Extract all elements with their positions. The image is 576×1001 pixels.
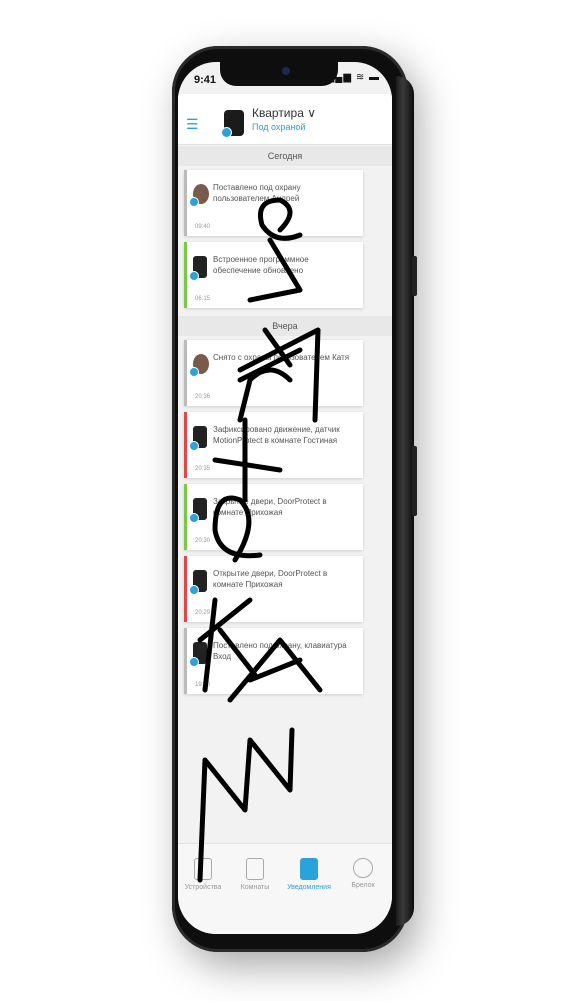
volume-up-button (412, 256, 417, 296)
motion-sensor-icon (189, 426, 207, 451)
phone-notch (220, 62, 338, 86)
smartphone-device: 9:41 ▂▄▆ ≋ ▬ ☰ Квартира ∨ Под охраной Се… (172, 46, 417, 952)
event-text: Зафиксировано движение, датчик MotionPro… (213, 425, 340, 445)
hub-avatar (221, 110, 244, 138)
section-header-yesterday: Вчера (178, 316, 392, 336)
event-text: Снято с охраны пользователем Катя (213, 353, 350, 362)
event-card[interactable]: Закрытие двери, DoorProtect в комнате Пр… (184, 484, 363, 550)
status-time: 9:41 (194, 74, 217, 86)
event-text: Встроенное программное обеспечение обнов… (213, 255, 309, 275)
device-status-dot-icon (189, 585, 199, 595)
event-time: 06:15 (195, 296, 211, 302)
device-status-dot-icon (189, 441, 199, 451)
event-time: 20:29 (195, 610, 211, 616)
notifications-icon (300, 858, 318, 880)
tab-keyfob[interactable]: Брелок (338, 858, 388, 889)
front-camera-icon (282, 67, 290, 75)
user-status-dot-icon (189, 367, 199, 377)
device-status-dot-icon (189, 657, 199, 667)
menu-hamburger-icon[interactable]: ☰ (186, 116, 199, 133)
event-card[interactable]: Встроенное программное обеспечение обнов… (184, 242, 363, 308)
bottom-tab-bar: Устройства Комнаты Уведомления Брелок (178, 843, 392, 934)
app-screen: 9:41 ▂▄▆ ≋ ▬ ☰ Квартира ∨ Под охраной Се… (178, 62, 392, 934)
power-button (412, 446, 417, 516)
event-time: 09:40 (195, 224, 211, 230)
tab-notifications[interactable]: Уведомления (284, 858, 334, 891)
event-text: Открытие двери, DoorProtect в комнате Пр… (213, 569, 328, 589)
tab-devices[interactable]: Устройства (178, 858, 228, 891)
hub-device-icon (189, 256, 207, 281)
section-header-today: Сегодня (178, 146, 392, 166)
hub-title-dropdown[interactable]: Квартира ∨ (252, 106, 316, 120)
tab-label: Брелок (351, 882, 375, 889)
device-status-dot-icon (189, 513, 199, 523)
event-card[interactable]: Снято с охраны пользователем Катя 20:36 (184, 340, 363, 406)
door-sensor-icon (189, 498, 207, 523)
event-time: 20:36 (195, 394, 211, 400)
door-sensor-icon (189, 570, 207, 595)
hub-status-dot-icon (221, 127, 232, 138)
arm-status-label: Под охраной (252, 122, 306, 132)
event-text: Поставлено под охрану пользователем Андр… (213, 183, 301, 203)
device-status-dot-icon (189, 271, 199, 281)
tab-label: Устройства (184, 884, 222, 891)
event-card[interactable]: Открытие двери, DoorProtect в комнате Пр… (184, 556, 363, 622)
event-time: 20:30 (195, 538, 211, 544)
person-avatar-icon (189, 354, 209, 377)
tab-label: Уведомления (287, 884, 331, 891)
tab-label: Комнаты (240, 884, 270, 891)
keypad-icon (189, 642, 207, 667)
event-card[interactable]: Зафиксировано движение, датчик MotionPro… (184, 412, 363, 478)
event-card[interactable]: Поставлено под охрану, клавиатура Вход 1… (184, 628, 363, 694)
rooms-icon (246, 858, 264, 880)
devices-icon (194, 858, 212, 880)
tab-rooms[interactable]: Комнаты (230, 858, 280, 891)
event-text: Закрытие двери, DoorProtect в комнате Пр… (213, 497, 327, 517)
event-text: Поставлено под охрану, клавиатура Вход (213, 641, 347, 661)
keyfob-icon (353, 858, 373, 878)
person-avatar-icon (189, 184, 209, 207)
app-header: ☰ Квартира ∨ Под охраной (178, 94, 392, 145)
event-time: 19:10 (195, 682, 211, 688)
user-status-dot-icon (189, 197, 199, 207)
event-card[interactable]: Поставлено под охрану пользователем Андр… (184, 170, 363, 236)
event-time: 20:35 (195, 466, 211, 472)
